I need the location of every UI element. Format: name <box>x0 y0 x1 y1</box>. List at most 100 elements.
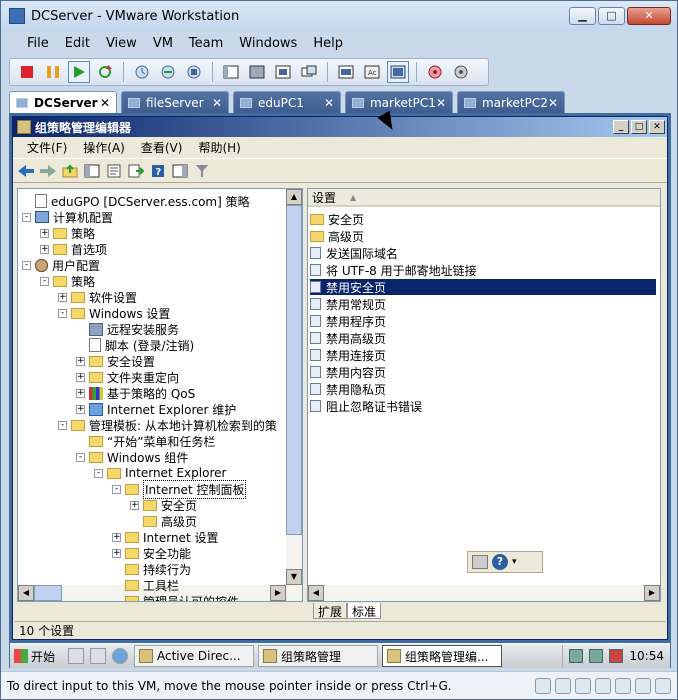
help-circle-icon[interactable]: ? <box>492 554 508 570</box>
tree-node[interactable]: eduGPO [DCServer.ess.com] 策略 <box>22 193 250 209</box>
gpme-minimize-button[interactable]: _ <box>613 120 629 134</box>
settings-gear-icon[interactable] <box>450 61 472 83</box>
scroll-down-arrow-icon[interactable]: ▼ <box>286 569 302 585</box>
up-folder-icon[interactable] <box>61 162 79 180</box>
scroll-right-arrow-icon[interactable]: ▶ <box>644 585 660 601</box>
close-button[interactable]: ✕ <box>627 7 671 25</box>
message-icon[interactable] <box>655 677 671 694</box>
menu-team[interactable]: Team <box>181 33 231 55</box>
collapse-icon[interactable]: - <box>58 420 67 430</box>
tab-close-icon[interactable]: ✕ <box>324 96 334 110</box>
tree-node[interactable]: + 安全页 <box>130 497 197 513</box>
gpme-menu-help[interactable]: 帮助(H) <box>190 139 248 156</box>
column-header-settings[interactable]: 设置 ▲ <box>308 189 660 207</box>
expand-icon[interactable]: + <box>58 292 67 302</box>
power-off-button[interactable] <box>16 61 38 83</box>
taskbar-gpm[interactable]: 组策略管理 <box>258 645 378 667</box>
properties-icon[interactable] <box>105 162 123 180</box>
action-pane-icon[interactable] <box>171 162 189 180</box>
tab-edupc1[interactable]: eduPC1 ✕ <box>233 91 341 113</box>
powershell-icon[interactable] <box>90 648 106 664</box>
tab-marketpc1[interactable]: marketPC1 ✕ <box>345 91 453 113</box>
gpme-menu-view[interactable]: 查看(V) <box>133 139 191 156</box>
hscroll-thumb[interactable] <box>34 585 62 601</box>
expand-icon[interactable]: + <box>40 228 49 238</box>
tab-close-icon[interactable]: ✕ <box>436 96 446 110</box>
tree-node[interactable]: 持续行为 <box>112 561 191 577</box>
expand-icon[interactable]: + <box>112 548 121 558</box>
cdrom-icon[interactable] <box>555 677 571 694</box>
tree-node[interactable]: - Internet 控制面板 <box>112 479 247 499</box>
filter-icon[interactable] <box>193 162 211 180</box>
snapshot-manager-icon[interactable] <box>183 61 205 83</box>
sound-icon[interactable] <box>635 677 651 694</box>
tree-node[interactable]: - Windows 设置 <box>58 305 170 321</box>
expand-icon[interactable]: + <box>76 404 85 414</box>
tree-node[interactable]: - 用户配置 <box>22 257 100 273</box>
console-view-icon[interactable] <box>335 61 357 83</box>
tree-node[interactable]: - Windows 组件 <box>76 449 188 465</box>
menu-file[interactable]: File <box>19 33 57 55</box>
taskbar-active-directory[interactable]: Active Direc... <box>134 645 254 667</box>
setting-row[interactable]: 发送国际域名 <box>310 245 656 261</box>
tree-node[interactable]: + 首选项 <box>40 241 107 257</box>
tree-node[interactable]: + 策略 <box>40 225 95 241</box>
setting-row[interactable]: 禁用常规页 <box>310 296 656 312</box>
menu-windows[interactable]: Windows <box>231 33 305 55</box>
tab-marketpc2[interactable]: marketPC2 ✕ <box>457 91 565 113</box>
internet-explorer-icon[interactable] <box>112 648 128 664</box>
setting-row[interactable]: 禁用隐私页 <box>310 381 656 397</box>
collapse-icon[interactable]: - <box>76 452 85 462</box>
menu-vm[interactable]: VM <box>145 33 181 55</box>
tab-close-icon[interactable]: ✕ <box>212 96 222 110</box>
collapse-icon[interactable]: - <box>22 260 31 270</box>
tree-node[interactable]: - 策略 <box>40 273 95 289</box>
tree-node[interactable]: + 基于策略的 QoS <box>76 385 195 401</box>
tree-node[interactable]: 远程安装服务 <box>76 321 179 337</box>
tree-node[interactable]: + Internet 设置 <box>112 529 218 545</box>
tray-volume-icon[interactable] <box>609 649 624 663</box>
power-on-button[interactable] <box>68 61 90 83</box>
collapse-icon[interactable]: - <box>58 308 67 318</box>
minimize-button[interactable]: ▁ <box>569 7 596 25</box>
tab-extended[interactable]: 扩展 <box>313 603 348 619</box>
tree-node[interactable]: + 安全设置 <box>76 353 155 369</box>
tree-node[interactable]: - 管理模板: 从本地计算机检索到的策 <box>58 417 277 433</box>
expand-icon[interactable]: + <box>40 244 49 254</box>
expand-icon[interactable]: + <box>130 500 139 510</box>
tree-node[interactable]: “开始”菜单和任务栏 <box>76 433 215 449</box>
show-hide-tree-icon[interactable] <box>83 162 101 180</box>
menu-help[interactable]: Help <box>305 33 351 55</box>
tree-node[interactable]: - 计算机配置 <box>22 209 113 225</box>
tree-node[interactable]: + Internet Explorer 维护 <box>76 401 236 417</box>
keyboard-icon[interactable] <box>472 555 488 569</box>
view-unity-icon[interactable] <box>298 61 320 83</box>
suspend-button[interactable] <box>42 61 64 83</box>
setting-row[interactable]: 禁用安全页 <box>310 279 656 295</box>
console-tree[interactable]: ▲ ▼ ◀ ▶ eduGPO [DCServer.ess.com] 策略 - 计算机… <box>17 188 303 602</box>
expand-icon[interactable]: + <box>76 372 85 382</box>
tab-close-icon[interactable]: ✕ <box>100 96 110 110</box>
vm-screen[interactable]: 组策略管理编辑器 _ □ ✕ 文件(F) 操作(A) 查看(V) 帮助(H) ?… <box>9 113 671 668</box>
tree-node[interactable]: 脚本 (登录/注销) <box>76 337 194 353</box>
collapse-icon[interactable]: - <box>112 484 121 494</box>
gpme-maximize-button[interactable]: □ <box>631 120 647 134</box>
expand-icon[interactable]: + <box>76 356 85 366</box>
more-chevron-icon[interactable]: ▾ <box>512 557 517 567</box>
maximize-button[interactable]: □ <box>598 7 625 25</box>
menu-view[interactable]: View <box>98 33 145 55</box>
details-horizontal-scrollbar[interactable]: ◀ ▶ <box>308 585 660 601</box>
summary-view-icon[interactable] <box>387 61 409 83</box>
tab-standard[interactable]: 标准 <box>347 603 382 619</box>
setting-row[interactable]: 高级页 <box>310 228 656 244</box>
gpme-close-button[interactable]: ✕ <box>649 120 665 134</box>
tree-vertical-scrollbar[interactable]: ▲ ▼ <box>286 189 302 601</box>
scroll-thumb[interactable] <box>286 205 302 535</box>
tree-node[interactable]: 管理员认可的控件 <box>112 593 239 601</box>
reset-button[interactable] <box>94 61 116 83</box>
expand-icon[interactable]: + <box>112 532 121 542</box>
setting-row[interactable]: 禁用内容页 <box>310 364 656 380</box>
usb-icon[interactable] <box>615 677 631 694</box>
tree-node[interactable]: 高级页 <box>130 513 197 529</box>
view-quickswitch-icon[interactable] <box>272 61 294 83</box>
